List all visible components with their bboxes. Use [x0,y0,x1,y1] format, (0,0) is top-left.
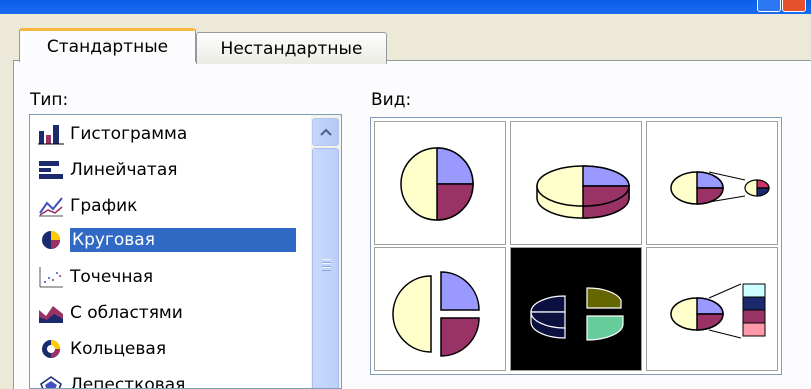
doughnut-chart-icon [36,337,66,361]
chart-subtype-label: Вид: [371,90,412,110]
list-item-pie[interactable]: Круговая [34,223,316,257]
grip-line [322,267,331,271]
scroll-up-button[interactable] [312,118,339,146]
list-scrollbar[interactable] [311,115,341,388]
chart-type-list[interactable]: Гистограмма Линейчатая График Круговая Т… [29,114,342,389]
help-button[interactable] [757,0,781,12]
close-button[interactable] [782,0,806,12]
subtype-exploded-pie[interactable] [374,247,506,371]
line-chart-icon [36,194,66,218]
chart-subtype-gallery [370,117,782,375]
subtype-pie-of-pie[interactable] [646,121,778,245]
subtype-exploded-3d-pie[interactable] [510,247,642,371]
area-chart-icon [36,301,66,325]
bar-chart-icon [36,158,66,182]
list-item-radar[interactable]: Лепестковая [34,368,316,388]
scroll-thumb[interactable] [312,148,339,388]
subtype-3d-pie[interactable] [510,121,642,245]
chart-type-label: Тип: [30,90,69,110]
scatter-chart-icon [36,265,66,289]
tab-standard[interactable]: Стандартные [19,28,196,62]
list-item-line[interactable]: График [34,189,316,223]
column-chart-icon [36,122,66,146]
subtype-bar-of-pie[interactable] [646,247,778,371]
title-bar [0,0,811,14]
list-item-doughnut[interactable]: Кольцевая [34,332,316,366]
list-item-column[interactable]: Гистограмма [34,117,316,151]
pie-chart-icon [36,228,66,252]
subtype-pie[interactable] [374,121,506,245]
list-item-bar[interactable]: Линейчатая [34,153,316,187]
radar-chart-icon [36,373,66,388]
list-item-scatter[interactable]: Точечная [34,260,316,294]
tab-custom[interactable]: Нестандартные [196,32,387,64]
chevron-up-icon [319,128,332,136]
list-item-area[interactable]: С областями [34,296,316,330]
